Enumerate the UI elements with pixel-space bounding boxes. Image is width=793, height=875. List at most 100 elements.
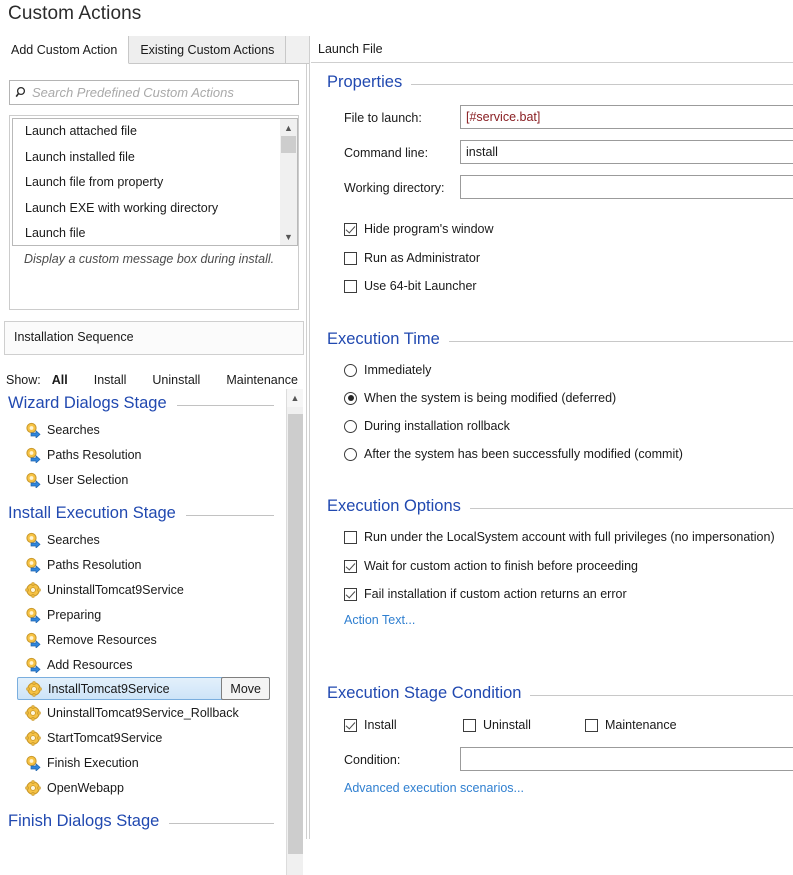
scroll-down-icon[interactable]: ▼ [280,228,297,245]
checkbox-label: Wait for custom action to finish before … [364,559,638,573]
stage-uninstall-checkbox[interactable]: Uninstall [463,718,531,732]
standard-action-icon [25,422,47,438]
seq-item-uninstalltomcat9service[interactable]: UninstallTomcat9Service [0,577,286,602]
list-item[interactable]: Launch file [13,221,280,245]
seq-item-installtomcat9service[interactable]: InstallTomcat9Service Move [17,677,270,700]
scrollbar-thumb[interactable] [281,136,296,153]
seq-item-add-resources[interactable]: Add Resources [0,652,286,677]
column-divider-secondary [309,36,310,839]
radio-icon [344,363,357,377]
seq-item-label: User Selection [47,472,129,487]
checkbox-icon [344,718,357,732]
stage-header-finish-dialogs: Finish Dialogs Stage [0,807,286,835]
stage-rule [169,822,274,824]
tab-existing-custom-actions[interactable]: Existing Custom Actions [129,36,287,63]
sequence-tree-scrollbar[interactable]: ▲ [286,389,303,875]
use-64bit-launcher-checkbox[interactable]: Use 64-bit Launcher [344,279,477,293]
tab-strip: Add Custom Action Existing Custom Action… [0,36,309,64]
show-filter-install[interactable]: Install [94,373,127,387]
stage-title: Finish Dialogs Stage [8,811,160,830]
file-to-launch-label: File to launch: [344,111,422,125]
localsystem-account-checkbox[interactable]: Run under the LocalSystem account with f… [344,530,775,544]
predefined-actions-list[interactable]: Launch attached file Launch installed fi… [12,118,280,246]
standard-action-icon [25,532,47,548]
search-box[interactable] [9,80,299,105]
scroll-up-icon[interactable]: ▲ [287,389,303,407]
hide-program-window-checkbox[interactable]: Hide program's window [344,222,494,236]
seq-item-preparing[interactable]: Preparing [0,602,286,627]
seq-item-label: UninstallTomcat9Service_Rollback [47,705,239,720]
checkbox-label: Install [364,718,397,732]
working-directory-input[interactable] [460,175,793,199]
radio-icon [344,447,357,461]
checkbox-label: Run as Administrator [364,251,481,265]
seq-item-searches-install[interactable]: Searches [0,527,286,552]
stage-header-wizard-dialogs: Wizard Dialogs Stage [0,389,286,417]
scrollbar-thumb[interactable] [288,414,303,854]
seq-item-starttomcat9service[interactable]: StartTomcat9Service [0,725,286,750]
list-item[interactable]: Launch file from property [13,170,280,196]
group-rule [530,695,793,696]
seq-item-searches-wizard[interactable]: Searches [0,417,286,442]
tab-add-custom-action[interactable]: Add Custom Action [0,36,130,64]
file-to-launch-input[interactable] [460,105,793,129]
move-button[interactable]: Move [221,677,270,700]
stage-maintenance-checkbox[interactable]: Maintenance [585,718,677,732]
stage-install-checkbox[interactable]: Install [344,718,397,732]
seq-item-label: Paths Resolution [47,557,142,572]
condition-input[interactable] [460,747,793,771]
scroll-up-icon[interactable]: ▲ [280,119,297,136]
standard-action-icon [25,472,47,488]
seq-item-finish-execution[interactable]: Finish Execution [0,750,286,775]
predefined-list-scrollbar[interactable]: ▲ ▼ [280,118,298,246]
wait-for-custom-action-checkbox[interactable]: Wait for custom action to finish before … [344,559,638,573]
action-text-link[interactable]: Action Text... [344,613,415,627]
checkbox-label: Uninstall [483,718,531,732]
custom-action-icon [25,704,47,721]
checkbox-icon [344,222,357,236]
predefined-actions-panel: Launch attached file Launch installed fi… [9,115,299,310]
checkbox-icon [463,718,476,732]
execution-time-immediately-radio[interactable]: Immediately [344,363,431,377]
seq-item-remove-resources[interactable]: Remove Resources [0,627,286,652]
checkbox-icon [344,559,357,573]
group-rule [469,508,793,509]
group-title: Execution Stage Condition [327,684,522,702]
seq-item-label: Remove Resources [47,632,157,647]
checkbox-icon [344,530,357,544]
seq-item-label: Add Resources [47,657,133,672]
show-filter-uninstall[interactable]: Uninstall [152,373,200,387]
seq-item-openwebapp[interactable]: OpenWebapp [0,775,286,800]
search-icon [10,86,32,99]
seq-item-paths-resolution-install[interactable]: Paths Resolution [0,552,286,577]
checkbox-icon [344,587,357,601]
show-filter-all[interactable]: All [52,373,68,387]
left-panel: Add Custom Action Existing Custom Action… [0,36,309,875]
show-filter-row: Show: All Install Uninstall Maintenance [6,369,302,391]
search-input[interactable] [32,85,298,100]
show-filter-maintenance[interactable]: Maintenance [226,373,298,387]
execution-time-deferred-radio[interactable]: When the system is being modified (defer… [344,391,616,405]
command-line-input[interactable] [460,140,793,164]
working-directory-label: Working directory: [344,181,445,195]
seq-item-uninstalltomcat9service-rollback[interactable]: UninstallTomcat9Service_Rollback [0,700,286,725]
installation-sequence-tree: Wizard Dialogs Stage Searches Paths Reso… [0,389,286,875]
list-item[interactable]: Launch attached file [13,119,280,145]
standard-action-icon [25,632,47,648]
execution-time-commit-radio[interactable]: After the system has been successfully m… [344,447,683,461]
installation-sequence-header: Installation Sequence [4,321,304,355]
advanced-execution-scenarios-link[interactable]: Advanced execution scenarios... [344,781,524,795]
standard-action-icon [25,755,47,771]
checkbox-icon [344,279,357,293]
installation-sequence-title: Installation Sequence [14,330,134,344]
execution-time-rollback-radio[interactable]: During installation rollback [344,419,510,433]
list-item[interactable]: Launch installed file [13,145,280,171]
list-item[interactable]: Launch EXE with working directory [13,196,280,222]
custom-action-icon [26,680,48,697]
stage-rule [185,514,274,516]
fail-installation-checkbox[interactable]: Fail installation if custom action retur… [344,587,627,601]
run-as-administrator-checkbox[interactable]: Run as Administrator [344,251,480,265]
custom-action-icon [25,779,47,796]
seq-item-paths-resolution-wizard[interactable]: Paths Resolution [0,442,286,467]
seq-item-user-selection[interactable]: User Selection [0,467,286,492]
